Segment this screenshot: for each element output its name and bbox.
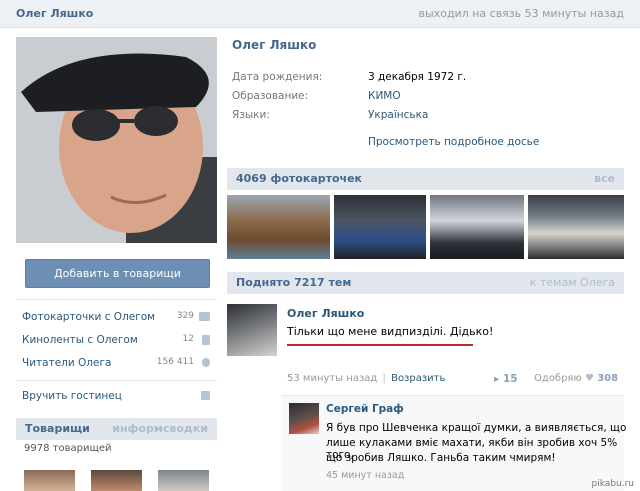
top-bar: Олег Ляшко выходил на связь 53 минуты на…: [0, 0, 640, 28]
languages-value[interactable]: Українська: [368, 109, 428, 121]
education-value[interactable]: КИМО: [368, 90, 401, 102]
profile-photo[interactable]: [16, 37, 217, 243]
sidebar-link-count: 156 411: [156, 357, 194, 367]
like-count: 308: [597, 373, 619, 384]
gift-icon: [201, 391, 210, 400]
watermark: pikabu.ru: [591, 479, 634, 489]
post-time[interactable]: 53 минуты назад: [287, 373, 377, 384]
friends-news-link[interactable]: информсводки: [112, 422, 208, 435]
like-label: Одобряю: [534, 373, 582, 384]
heart-icon: ♥: [585, 373, 595, 384]
friends-count: 9978 товарищей: [24, 443, 112, 454]
highlight-underline: [287, 344, 473, 346]
sidebar-link-videos[interactable]: Киноленты с Олегом 12: [22, 334, 212, 352]
photo-thumbnail[interactable]: [528, 195, 624, 259]
camera-icon: [199, 312, 210, 321]
friend-avatar[interactable]: [91, 470, 142, 491]
online-status: выходил на связь 53 минуты назад: [418, 7, 624, 20]
photo-thumbnail[interactable]: [334, 195, 426, 259]
wall-topics-link[interactable]: к темам Олега: [530, 276, 615, 289]
megaphone-icon: ▸: [494, 373, 500, 385]
sidebar-link-photos[interactable]: Фотокарточки с Олегом 329: [22, 311, 212, 329]
friend-avatar[interactable]: [24, 470, 75, 491]
photos-title[interactable]: 4069 фотокарточек: [236, 172, 362, 185]
info-label: Образование:: [232, 90, 309, 102]
info-label: Дата рождения:: [232, 71, 323, 83]
post-author-avatar[interactable]: [227, 304, 277, 356]
comment-time[interactable]: 45 минут назад: [326, 470, 404, 481]
photos-all-link[interactable]: все: [594, 172, 615, 185]
info-label: Языки:: [232, 109, 270, 121]
birthdate-value[interactable]: 3 декабря 1972 г.: [368, 71, 466, 83]
friends-section-header: Товарищи информсводки: [16, 418, 217, 440]
sidebar-link-label: Фотокарточки с Олегом: [22, 311, 156, 323]
photos-section-header: 4069 фотокарточек все: [227, 168, 624, 190]
sidebar-link-label: Киноленты с Олегом: [22, 334, 138, 346]
header-name[interactable]: Олег Ляшко: [16, 7, 93, 20]
post-text: Тільки що мене видпизділі. Дідько!: [287, 325, 494, 338]
sidebar-link-label: Вручить гостинец: [22, 390, 122, 402]
divider: [16, 380, 217, 381]
like-button[interactable]: Одобряю ♥ 308: [534, 373, 618, 384]
comment-text-line: Я був про Шевченка кращої думки, а виявл…: [326, 422, 627, 434]
wall-title[interactable]: Поднято 7217 тем: [236, 276, 351, 289]
add-friend-button[interactable]: Добавить в товарищи: [25, 259, 210, 288]
post-author[interactable]: Олег Ляшко: [287, 307, 364, 320]
photo-thumbnail[interactable]: [227, 195, 330, 259]
comment-author-avatar[interactable]: [289, 403, 319, 434]
person-icon: [202, 358, 210, 367]
sidebar-link-gift[interactable]: Вручить гостинец: [22, 390, 212, 408]
comment-author[interactable]: Сергей Граф: [326, 403, 404, 415]
post-meta: 53 минуты назад | Возразить: [287, 373, 445, 384]
profile-name: Олег Ляшко: [232, 38, 317, 52]
repost-button[interactable]: ▸ 15: [494, 373, 518, 385]
divider: [16, 299, 217, 300]
friends-title[interactable]: Товарищи: [25, 422, 90, 435]
sidebar-link-label: Читатели Олега: [22, 357, 112, 369]
repost-count: 15: [502, 373, 518, 385]
friend-avatar[interactable]: [158, 470, 209, 491]
sidebar-link-count: 12: [182, 334, 194, 344]
film-icon: [202, 335, 210, 345]
meta-separator: |: [382, 373, 386, 384]
dossier-link[interactable]: Просмотреть подробное досье: [368, 136, 539, 148]
photo-thumbnail[interactable]: [430, 195, 524, 259]
wall-section-header: Поднято 7217 тем к темам Олега: [227, 272, 624, 294]
comment-text-line: що зробив Ляшко. Ганьба таким чмирям!: [326, 452, 556, 464]
reply-link[interactable]: Возразить: [391, 373, 445, 384]
sidebar-link-followers[interactable]: Читатели Олега 156 411: [22, 357, 212, 375]
sidebar-link-count: 329: [176, 311, 194, 321]
